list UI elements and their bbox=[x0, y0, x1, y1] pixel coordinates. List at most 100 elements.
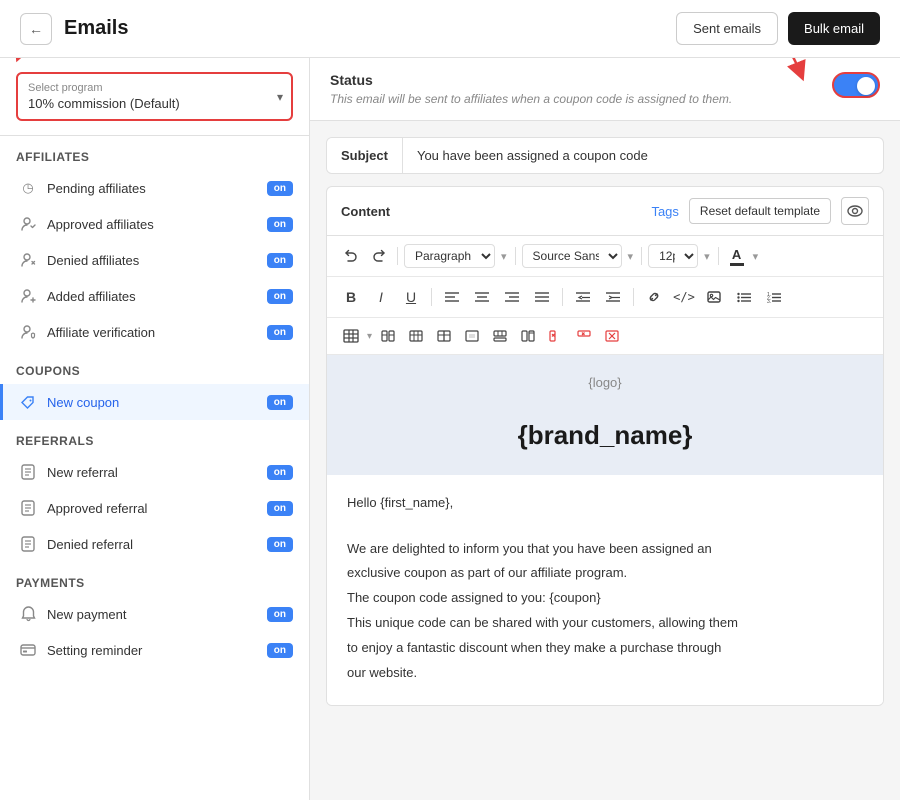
dropdown-arrow-icon: ▾ bbox=[277, 90, 283, 104]
sidebar-item-label: Approved referral bbox=[47, 501, 257, 516]
sidebar-item-pending-affiliates[interactable]: ◷ Pending affiliates on bbox=[0, 170, 309, 206]
table-col-before[interactable] bbox=[376, 324, 400, 348]
italic-button[interactable]: I bbox=[369, 285, 393, 309]
payments-section-title: PAYMENTS bbox=[0, 562, 309, 596]
toolbar-row-3: ▾ bbox=[327, 318, 883, 355]
table-del-row[interactable] bbox=[572, 324, 596, 348]
annotation-arrow-toggle bbox=[725, 58, 825, 87]
toolbar-divider bbox=[633, 288, 634, 306]
user-shield-icon bbox=[19, 323, 37, 341]
preview-line-4: This unique code can be shared with your… bbox=[347, 613, 863, 634]
status-hint: This email will be sent to affiliates wh… bbox=[330, 92, 732, 106]
credit-card-icon bbox=[19, 641, 37, 659]
clock-icon: ◷ bbox=[19, 179, 37, 197]
preview-line-6: our website. bbox=[347, 663, 863, 684]
toolbar-divider bbox=[515, 247, 516, 265]
sidebar-item-denied-affiliates[interactable]: Denied affiliates on bbox=[0, 242, 309, 278]
preview-body[interactable]: Hello {first_name}, We are delighted to … bbox=[327, 475, 883, 705]
table-cell[interactable] bbox=[460, 324, 484, 348]
underline-button[interactable]: U bbox=[399, 285, 423, 309]
app-container: ← Emails Sent emails Bulk email Select p… bbox=[0, 0, 900, 800]
sidebar-item-new-coupon[interactable]: New coupon on bbox=[0, 384, 309, 420]
preview-line-1: We are delighted to inform you that you … bbox=[347, 539, 863, 560]
toolbar-divider bbox=[641, 247, 642, 265]
sidebar-item-denied-referral[interactable]: Denied referral on bbox=[0, 526, 309, 562]
toolbar-divider bbox=[397, 247, 398, 265]
subject-label: Subject bbox=[327, 138, 403, 173]
status-toggle-area bbox=[832, 72, 880, 98]
status-label-group: Status This email will be sent to affili… bbox=[330, 72, 732, 106]
sidebar-item-new-referral[interactable]: New referral on bbox=[0, 454, 309, 490]
justify-button[interactable] bbox=[530, 285, 554, 309]
status-badge: on bbox=[267, 325, 293, 340]
table-merge[interactable] bbox=[404, 324, 428, 348]
font-color-button[interactable]: A bbox=[725, 244, 749, 268]
coupons-section-title: COUPONS bbox=[0, 350, 309, 384]
tags-button[interactable]: Tags bbox=[651, 204, 678, 219]
preview-line-3: The coupon code assigned to you: {coupon… bbox=[347, 588, 863, 609]
toolbar-row-2: B I U bbox=[327, 277, 883, 318]
paragraph-select[interactable]: Paragraph Heading 1 Heading 2 bbox=[404, 244, 495, 268]
header: ← Emails Sent emails Bulk email bbox=[0, 0, 900, 58]
user-plus-icon bbox=[19, 287, 37, 305]
status-label: Status bbox=[330, 72, 732, 88]
sidebar-item-label: Affiliate verification bbox=[47, 325, 257, 340]
sidebar-item-new-payment[interactable]: New payment on bbox=[0, 596, 309, 632]
table-button[interactable] bbox=[339, 324, 363, 348]
affiliates-section-title: AFFILIATES bbox=[0, 136, 309, 170]
back-button[interactable]: ← bbox=[20, 13, 52, 45]
status-toggle[interactable] bbox=[832, 72, 880, 98]
sidebar-item-added-affiliates[interactable]: Added affiliates on bbox=[0, 278, 309, 314]
file-icon bbox=[19, 463, 37, 481]
align-center-button[interactable] bbox=[470, 285, 494, 309]
reset-template-button[interactable]: Reset default template bbox=[689, 198, 831, 224]
sidebar-item-setting-reminder[interactable]: Setting reminder on bbox=[0, 632, 309, 668]
font-select[interactable]: Source Sans... bbox=[522, 244, 622, 268]
sidebar-item-affiliate-verification[interactable]: Affiliate verification on bbox=[0, 314, 309, 350]
status-badge: on bbox=[267, 607, 293, 622]
payments-section: PAYMENTS New payment on Setting reminder… bbox=[0, 562, 309, 668]
table-row-insert[interactable] bbox=[488, 324, 512, 348]
link-button[interactable] bbox=[642, 285, 666, 309]
preview-line-2: exclusive coupon as part of our affiliat… bbox=[347, 563, 863, 584]
indent-increase-button[interactable] bbox=[601, 285, 625, 309]
coupons-section: COUPONS New coupon on bbox=[0, 350, 309, 420]
table-col-after[interactable] bbox=[516, 324, 540, 348]
user-x-icon bbox=[19, 251, 37, 269]
toolbar-divider bbox=[431, 288, 432, 306]
sidebar-item-label: Denied affiliates bbox=[47, 253, 257, 268]
toggle-thumb bbox=[857, 77, 875, 95]
font-size-select[interactable]: 12pt 10pt 14pt bbox=[648, 244, 698, 268]
preview-brand: {brand_name} bbox=[327, 410, 883, 475]
sidebar-item-approved-referral[interactable]: Approved referral on bbox=[0, 490, 309, 526]
code-button[interactable]: </> bbox=[672, 285, 696, 309]
sidebar-item-label: Approved affiliates bbox=[47, 217, 257, 232]
image-button[interactable] bbox=[702, 285, 726, 309]
program-select-value: 10% commission (Default) bbox=[28, 96, 259, 111]
align-left-button[interactable] bbox=[440, 285, 464, 309]
undo-button[interactable] bbox=[339, 244, 363, 268]
ordered-list-button[interactable]: 1.2.3. bbox=[762, 285, 786, 309]
sent-emails-button[interactable]: Sent emails bbox=[676, 12, 778, 45]
right-panel: Status This email will be sent to affili… bbox=[310, 58, 900, 800]
indent-decrease-button[interactable] bbox=[571, 285, 595, 309]
program-select[interactable]: Select program 10% commission (Default) bbox=[16, 72, 293, 121]
status-badge: on bbox=[267, 643, 293, 658]
preview-button[interactable] bbox=[841, 197, 869, 225]
sidebar-item-label: Denied referral bbox=[47, 537, 257, 552]
bulk-email-button[interactable]: Bulk email bbox=[788, 12, 880, 45]
email-preview: {logo} {brand_name} Hello {first_name}, … bbox=[327, 355, 883, 705]
preview-greeting: Hello {first_name}, bbox=[347, 493, 863, 514]
table-del-table[interactable] bbox=[600, 324, 624, 348]
table-split[interactable] bbox=[432, 324, 456, 348]
status-badge: on bbox=[267, 501, 293, 516]
align-right-button[interactable] bbox=[500, 285, 524, 309]
content-card: Content Tags Reset default template bbox=[326, 186, 884, 706]
bold-button[interactable]: B bbox=[339, 285, 363, 309]
bullet-list-button[interactable] bbox=[732, 285, 756, 309]
sidebar-item-label: Setting reminder bbox=[47, 643, 257, 658]
table-del-col[interactable] bbox=[544, 324, 568, 348]
redo-button[interactable] bbox=[367, 244, 391, 268]
sidebar-item-approved-affiliates[interactable]: Approved affiliates on bbox=[0, 206, 309, 242]
content-header: Content Tags Reset default template bbox=[327, 187, 883, 236]
